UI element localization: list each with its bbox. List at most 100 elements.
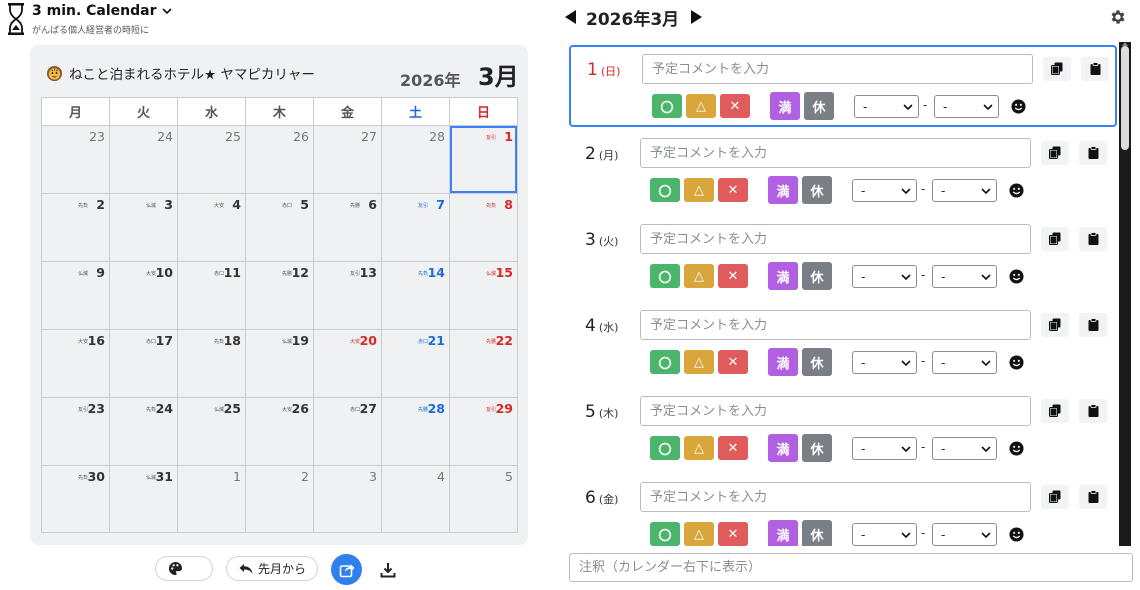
start-time-select[interactable]: - <box>852 351 917 374</box>
status-unavailable-button[interactable]: ✕ <box>718 436 748 460</box>
calendar-day-cell[interactable]: 友引 1 <box>450 126 517 193</box>
day-editor-row[interactable]: 4 (水) 〇 △ ✕ 満 休 - - - <box>569 303 1117 385</box>
day-list-scrollbar[interactable] <box>1119 42 1131 546</box>
calendar-day-cell[interactable]: 先負 14 <box>382 262 450 329</box>
gear-icon[interactable] <box>1109 8 1127 26</box>
status-full-button[interactable]: 満 <box>770 92 800 120</box>
scroll-thumb[interactable] <box>1121 46 1129 150</box>
download-button[interactable] <box>372 554 403 585</box>
calendar-day-cell[interactable]: 24 <box>110 126 178 193</box>
calendar-day-cell[interactable]: 先負 2 <box>42 194 110 261</box>
copy-button[interactable] <box>1041 485 1069 509</box>
day-editor-row[interactable]: 2 (月) 〇 △ ✕ 満 休 - - - <box>569 131 1117 213</box>
status-few-left-button[interactable]: △ <box>684 264 714 288</box>
status-few-left-button[interactable]: △ <box>684 178 714 202</box>
end-time-select[interactable]: - <box>932 523 997 546</box>
calendar-day-cell[interactable]: 23 <box>42 126 110 193</box>
status-unavailable-button[interactable]: ✕ <box>718 522 748 546</box>
calendar-day-cell[interactable]: 先負 8 <box>450 194 517 261</box>
comment-input[interactable] <box>640 482 1031 512</box>
calendar-day-cell[interactable]: 先負 18 <box>178 330 246 397</box>
calendar-day-cell[interactable]: 仏滅 31 <box>110 466 178 532</box>
status-closed-button[interactable]: 休 <box>802 176 832 204</box>
paste-button[interactable] <box>1079 313 1107 337</box>
status-full-button[interactable]: 満 <box>768 262 798 290</box>
status-closed-button[interactable]: 休 <box>802 262 832 290</box>
calendar-day-cell[interactable]: 28 <box>382 126 450 193</box>
start-time-select[interactable]: - <box>854 95 919 118</box>
calendar-day-cell[interactable]: 友引 23 <box>42 398 110 465</box>
comment-input[interactable] <box>640 310 1031 340</box>
palette-button[interactable] <box>155 556 213 581</box>
calendar-day-cell[interactable]: 友引 29 <box>450 398 517 465</box>
status-available-button[interactable]: 〇 <box>650 350 680 374</box>
copy-button[interactable] <box>1043 57 1071 81</box>
paste-button[interactable] <box>1079 227 1107 251</box>
calendar-day-cell[interactable]: 大安 20 <box>314 330 382 397</box>
calendar-day-cell[interactable]: 仏滅 9 <box>42 262 110 329</box>
calendar-day-cell[interactable]: 2 <box>246 466 314 532</box>
end-time-select[interactable]: - <box>934 95 999 118</box>
calendar-day-cell[interactable]: 仏滅 25 <box>178 398 246 465</box>
calendar-day-cell[interactable]: 大安 16 <box>42 330 110 397</box>
end-time-select[interactable]: - <box>932 179 997 202</box>
calendar-day-cell[interactable]: 大安 4 <box>178 194 246 261</box>
status-closed-button[interactable]: 休 <box>802 520 832 546</box>
app-title-menu[interactable]: 3 min. Calendar <box>32 2 173 20</box>
comment-input[interactable] <box>640 224 1031 254</box>
calendar-day-cell[interactable]: 大安 10 <box>110 262 178 329</box>
paste-button[interactable] <box>1079 141 1107 165</box>
calendar-day-cell[interactable]: 3 <box>314 466 382 532</box>
status-closed-button[interactable]: 休 <box>802 434 832 462</box>
paste-button[interactable] <box>1079 399 1107 423</box>
start-time-select[interactable]: - <box>852 523 917 546</box>
calendar-day-cell[interactable]: 赤口 17 <box>110 330 178 397</box>
calendar-day-cell[interactable]: 先勝 12 <box>246 262 314 329</box>
calendar-day-cell[interactable]: 赤口 21 <box>382 330 450 397</box>
calendar-day-cell[interactable]: 大安 26 <box>246 398 314 465</box>
calendar-day-cell[interactable]: 4 <box>382 466 450 532</box>
status-available-button[interactable]: 〇 <box>650 522 680 546</box>
calendar-day-cell[interactable]: 26 <box>246 126 314 193</box>
calendar-day-cell[interactable]: 27 <box>314 126 382 193</box>
calendar-day-cell[interactable]: 1 <box>178 466 246 532</box>
status-available-button[interactable]: 〇 <box>650 436 680 460</box>
status-unavailable-button[interactable]: ✕ <box>718 350 748 374</box>
status-available-button[interactable]: 〇 <box>650 178 680 202</box>
day-editor-row[interactable]: 6 (金) 〇 △ ✕ 満 休 - - - <box>569 475 1117 546</box>
calendar-day-cell[interactable]: 友引 7 <box>382 194 450 261</box>
calendar-day-cell[interactable]: 仏滅 3 <box>110 194 178 261</box>
status-available-button[interactable]: 〇 <box>650 264 680 288</box>
status-unavailable-button[interactable]: ✕ <box>718 264 748 288</box>
copy-button[interactable] <box>1041 141 1069 165</box>
note-input[interactable] <box>569 553 1133 582</box>
calendar-day-cell[interactable]: 赤口 5 <box>246 194 314 261</box>
emoji-icon[interactable] <box>1009 527 1024 542</box>
emoji-icon[interactable] <box>1009 355 1024 370</box>
calendar-day-cell[interactable]: 赤口 27 <box>314 398 382 465</box>
comment-input[interactable] <box>642 54 1033 84</box>
paste-button[interactable] <box>1081 57 1109 81</box>
comment-input[interactable] <box>640 396 1031 426</box>
calendar-day-cell[interactable]: 先勝 22 <box>450 330 517 397</box>
calendar-day-cell[interactable]: 先負 30 <box>42 466 110 532</box>
day-editor-row[interactable]: 5 (木) 〇 △ ✕ 満 休 - - - <box>569 389 1117 471</box>
copy-button[interactable] <box>1041 313 1069 337</box>
status-unavailable-button[interactable]: ✕ <box>718 178 748 202</box>
end-time-select[interactable]: - <box>932 437 997 460</box>
copy-from-previous-month-button[interactable]: 先月から <box>226 556 318 581</box>
share-button[interactable] <box>331 554 362 585</box>
paste-button[interactable] <box>1079 485 1107 509</box>
status-full-button[interactable]: 満 <box>768 176 798 204</box>
status-unavailable-button[interactable]: ✕ <box>720 94 750 118</box>
comment-input[interactable] <box>640 138 1031 168</box>
calendar-day-cell[interactable]: 先勝 28 <box>382 398 450 465</box>
calendar-day-cell[interactable]: 先勝 6 <box>314 194 382 261</box>
calendar-day-cell[interactable]: 25 <box>178 126 246 193</box>
status-few-left-button[interactable]: △ <box>684 350 714 374</box>
status-few-left-button[interactable]: △ <box>684 522 714 546</box>
end-time-select[interactable]: - <box>932 265 997 288</box>
calendar-day-cell[interactable]: 仏滅 15 <box>450 262 517 329</box>
start-time-select[interactable]: - <box>852 437 917 460</box>
status-closed-button[interactable]: 休 <box>804 92 834 120</box>
